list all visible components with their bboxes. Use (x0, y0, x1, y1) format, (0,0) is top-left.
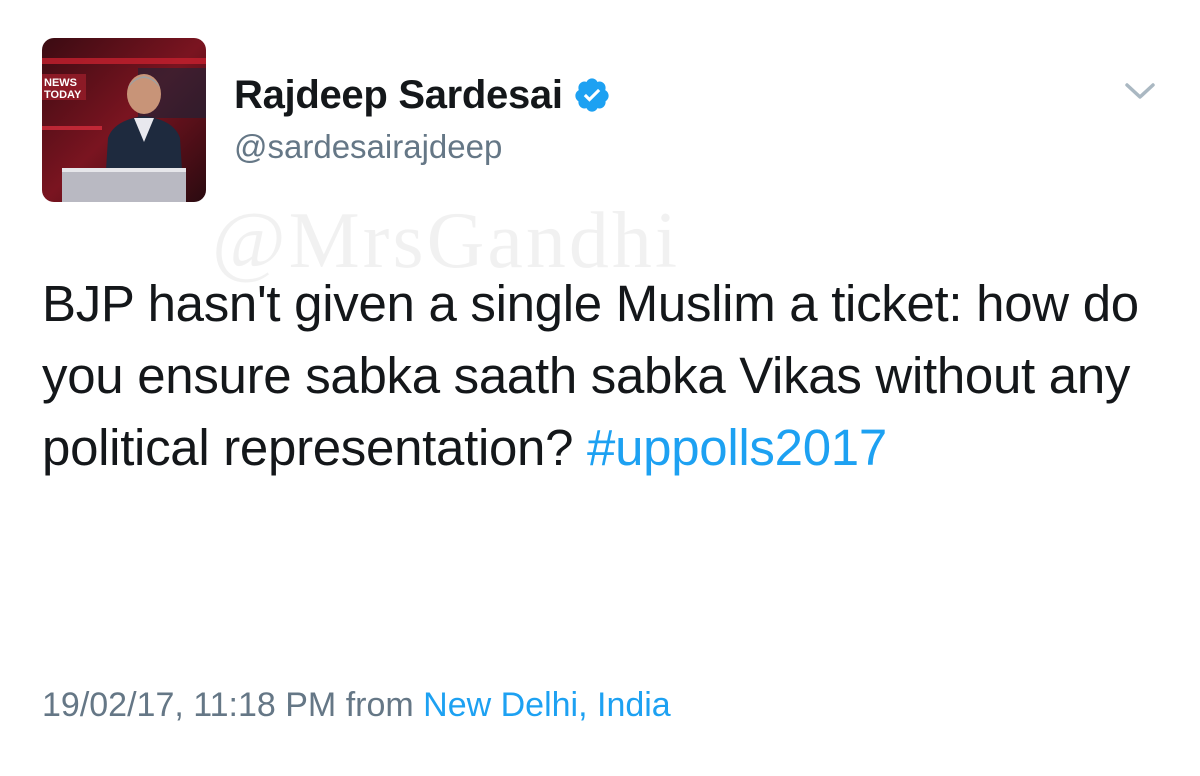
author-handle[interactable]: @sardesairajdeep (234, 128, 502, 166)
tweet-timestamp[interactable]: 19/02/17, 11:18 PM (42, 686, 336, 724)
tweet-text: BJP hasn't given a single Muslim a ticke… (42, 268, 1152, 484)
from-label: from (345, 686, 414, 724)
verified-badge-icon (573, 76, 611, 114)
hashtag-link[interactable]: #uppolls2017 (587, 419, 887, 476)
avatar-badge-line1: NEWS (44, 77, 77, 89)
avatar-image: NEWS TODAY (42, 38, 206, 202)
location-link[interactable]: New Delhi, India (423, 686, 671, 724)
chevron-down-icon[interactable] (1120, 76, 1160, 106)
author-display-name[interactable]: Rajdeep Sardesai (234, 73, 563, 118)
tweet-card: NEWS TODAY Rajdeep Sardesai @sardesairaj… (0, 0, 1200, 776)
author-name-row: Rajdeep Sardesai (234, 70, 611, 120)
avatar[interactable]: NEWS TODAY (42, 38, 206, 202)
tweet-meta: 19/02/17, 11:18 PM from New Delhi, India (42, 686, 671, 725)
avatar-badge-line2: TODAY (44, 89, 82, 101)
